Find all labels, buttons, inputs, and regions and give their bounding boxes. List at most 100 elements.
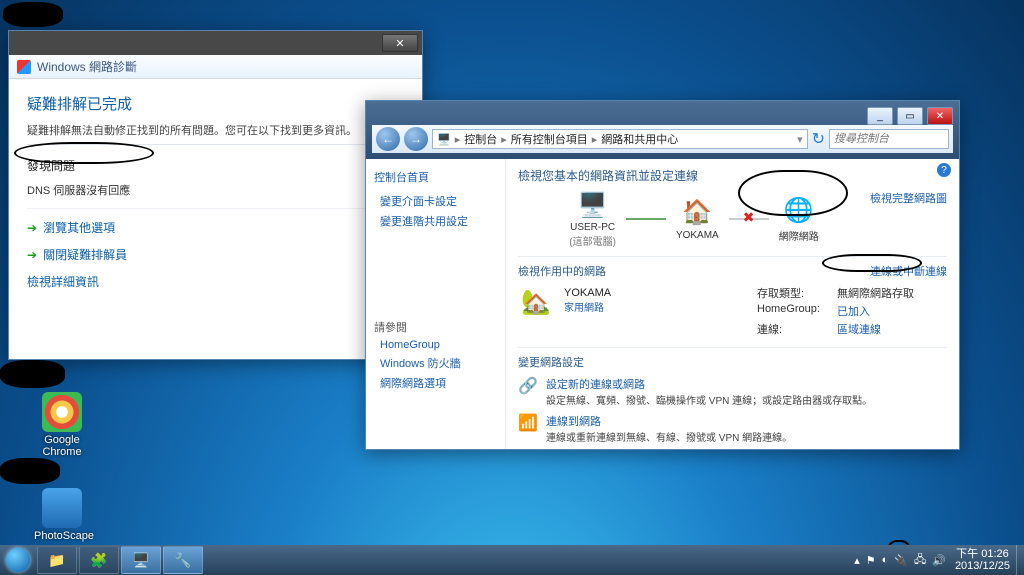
kv-conn-k: 連線: bbox=[757, 321, 837, 337]
link-close-troubleshooter[interactable]: ➔ 關閉疑難排解員 bbox=[27, 246, 404, 263]
opt-connect[interactable]: 📶 連線到網路連線或重新連線到無線、有線、撥號或 VPN 網路連線。 bbox=[518, 413, 947, 444]
node-internet[interactable]: 🌐 網際網路 bbox=[779, 196, 819, 243]
arrow-icon: ➔ bbox=[27, 221, 37, 235]
clock-time: 下午 01:26 bbox=[955, 548, 1010, 560]
redaction bbox=[0, 458, 60, 484]
taskbar-control-panel[interactable]: 🖥️ bbox=[121, 546, 161, 574]
network-map: 🖥️ USER-PC (這部電腦) 🏠 YOKAMA 🌐 網際網路 bbox=[518, 190, 870, 248]
header-bar: Windows 網路診斷 bbox=[9, 55, 422, 79]
search-input[interactable] bbox=[829, 129, 949, 149]
link-connect-disconnect[interactable]: 連線或中斷連線 bbox=[870, 263, 947, 279]
arrow-icon: ➔ bbox=[27, 248, 37, 262]
titlebar[interactable]: ✕ bbox=[9, 31, 422, 55]
sidenav-item-adapter[interactable]: 變更介面卡設定 bbox=[380, 193, 497, 209]
tray-up-icon[interactable]: ▴ bbox=[854, 554, 860, 567]
tray-action-center-icon[interactable]: ⚑ bbox=[866, 554, 876, 567]
close-button[interactable]: ✕ bbox=[927, 107, 953, 125]
shield-icon bbox=[17, 60, 31, 74]
photoscape-icon bbox=[42, 488, 82, 528]
kv-hg-k: HomeGroup: bbox=[757, 303, 837, 319]
link-full-map[interactable]: 檢視完整網路圖 bbox=[870, 190, 947, 206]
crumb[interactable]: 網路和共用中心 bbox=[601, 131, 678, 147]
window-network-center: _ ▭ ✕ ← → 🖥️ ▸ 控制台 ▸ 所有控制台項目 ▸ 網路和共用中心 ▾… bbox=[365, 100, 960, 450]
close-button[interactable]: ✕ bbox=[382, 34, 418, 52]
tray-app-icon[interactable]: ◐ bbox=[882, 554, 889, 566]
found-label: 發現問題 bbox=[27, 157, 404, 174]
problem-text: DNS 伺服器沒有回應 bbox=[27, 182, 130, 198]
computer-icon: 🖥️ bbox=[575, 190, 611, 220]
side-nav: 控制台首頁 變更介面卡設定 變更進階共用設定 請參閱 HomeGroup Win… bbox=[366, 159, 506, 449]
link-view-details[interactable]: 檢視詳細資訊 bbox=[27, 273, 404, 290]
redaction bbox=[3, 2, 63, 27]
opt-desc: 設定無線、寬頻、撥號、臨機操作或 VPN 連線；或設定路由器或存取點。 bbox=[546, 392, 872, 407]
nav-forward[interactable]: → bbox=[404, 127, 428, 151]
tray-power-icon[interactable]: 🔌 bbox=[894, 554, 908, 567]
sidenav-see-firewall[interactable]: Windows 防火牆 bbox=[380, 355, 497, 371]
link-label: 瀏覽其他選項 bbox=[43, 219, 115, 236]
subtext: 疑難排解無法自動修正找到的所有問題。您可在以下找到更多資訊。 bbox=[27, 122, 404, 145]
node-router[interactable]: 🏠 YOKAMA bbox=[676, 198, 719, 241]
node-sublabel: (這部電腦) bbox=[569, 233, 616, 248]
taskbar-explorer[interactable]: 📁 bbox=[37, 546, 77, 574]
window-title: Windows 網路診斷 bbox=[37, 58, 137, 75]
tray-network-icon[interactable]: 🖧 bbox=[914, 551, 926, 570]
opt-desc: 連線或重新連線到無線、有線、撥號或 VPN 網路連線。 bbox=[546, 429, 792, 444]
heading: 疑難排解已完成 bbox=[27, 93, 404, 114]
windows-orb-icon bbox=[6, 548, 30, 572]
crumb[interactable]: 所有控制台項目 bbox=[511, 131, 588, 147]
taskbar[interactable]: 📁 🧩 🖥️ 🔧 ▴ ⚑ ◐ 🔌 🖧 🔊 下午 01:26 2013/12/25 bbox=[0, 545, 1024, 575]
address-bar[interactable]: 🖥️ ▸ 控制台 ▸ 所有控制台項目 ▸ 網路和共用中心 ▾ bbox=[432, 129, 808, 149]
opt-new-connection[interactable]: 🔗 設定新的連線或網路設定無線、寬頻、撥號、臨機操作或 VPN 連線；或設定路由… bbox=[518, 376, 947, 407]
desktop-icon-label: Google Chrome bbox=[34, 434, 90, 458]
tray-clock[interactable]: 下午 01:26 2013/12/25 bbox=[949, 548, 1016, 572]
network-type[interactable]: 家用網路 bbox=[564, 299, 611, 314]
kv-access-k: 存取類型: bbox=[757, 285, 837, 301]
kv-conn-v[interactable]: 區域連線 bbox=[837, 321, 881, 337]
minimize-button[interactable]: _ bbox=[867, 107, 893, 125]
nav-back[interactable]: ← bbox=[376, 127, 400, 151]
sidenav-see-internet-options[interactable]: 網際網路選項 bbox=[380, 375, 497, 391]
active-network[interactable]: 🏡 YOKAMA 家用網路 bbox=[518, 287, 611, 333]
maximize-button[interactable]: ▭ bbox=[897, 107, 923, 125]
kv-hg-v[interactable]: 已加入 bbox=[837, 303, 870, 319]
sidenav-home[interactable]: 控制台首頁 bbox=[374, 169, 497, 185]
globe-icon: 🌐 bbox=[781, 196, 817, 226]
desktop-icon-label: PhotoScape bbox=[34, 530, 90, 542]
network-name: YOKAMA bbox=[564, 287, 611, 299]
taskbar-app[interactable]: 🧩 bbox=[79, 546, 119, 574]
main-heading: 檢視您基本的網路資訊並設定連線 bbox=[518, 167, 947, 184]
chrome-icon bbox=[42, 392, 82, 432]
taskbar-troubleshooter[interactable]: 🔧 bbox=[163, 546, 203, 574]
redaction bbox=[0, 360, 65, 388]
kv-access-v: 無網際網路存取 bbox=[837, 285, 914, 301]
refresh-icon[interactable]: ↻ bbox=[812, 129, 825, 149]
connect-icon: 📶 bbox=[518, 413, 538, 444]
clock-date: 2013/12/25 bbox=[955, 560, 1010, 572]
desktop-icon-chrome[interactable]: Google Chrome bbox=[34, 392, 90, 458]
active-networks-header: 檢視作用中的網路 連線或中斷連線 bbox=[518, 256, 947, 279]
window-troubleshooter: ✕ Windows 網路診斷 疑難排解已完成 疑難排解無法自動修正找到的所有問題… bbox=[8, 30, 423, 360]
link-broken bbox=[729, 218, 769, 220]
folder-icon: 🖥️ bbox=[437, 133, 451, 146]
tray-volume-icon[interactable]: 🔊 bbox=[932, 554, 946, 567]
node-label: 網際網路 bbox=[779, 228, 819, 243]
sidenav-see-homegroup[interactable]: HomeGroup bbox=[380, 339, 497, 351]
system-tray[interactable]: ▴ ⚑ ◐ 🔌 🖧 🔊 下午 01:26 2013/12/25 bbox=[851, 545, 1024, 575]
show-desktop-button[interactable] bbox=[1016, 545, 1024, 575]
change-settings-header: 變更網路設定 bbox=[518, 347, 947, 370]
link-browse-options[interactable]: ➔ 瀏覽其他選項 bbox=[27, 219, 404, 236]
node-label: USER-PC bbox=[569, 222, 616, 233]
help-icon[interactable]: ? bbox=[937, 163, 951, 177]
house-icon: 🏠 bbox=[679, 198, 715, 228]
network-home-icon: 🏡 bbox=[518, 287, 554, 317]
start-button[interactable] bbox=[0, 545, 36, 575]
see-also-label: 請參閱 bbox=[374, 319, 497, 335]
crumb[interactable]: 控制台 bbox=[464, 131, 497, 147]
node-label: YOKAMA bbox=[676, 230, 719, 241]
sidenav-item-sharing[interactable]: 變更進階共用設定 bbox=[380, 213, 497, 229]
opt-title: 設定新的連線或網路 bbox=[546, 376, 872, 392]
link-label: 關閉疑難排解員 bbox=[43, 246, 127, 263]
node-this-pc[interactable]: 🖥️ USER-PC (這部電腦) bbox=[569, 190, 616, 248]
main-pane: ? 檢視您基本的網路資訊並設定連線 檢視完整網路圖 🖥️ USER-PC (這部… bbox=[506, 159, 959, 449]
desktop-icon-photoscape[interactable]: PhotoScape bbox=[34, 488, 90, 542]
